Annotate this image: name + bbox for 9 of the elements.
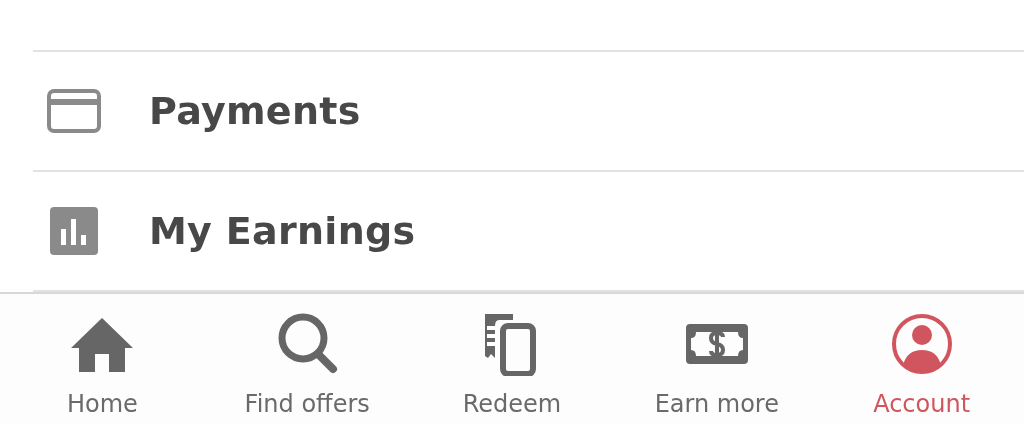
bar-chart-icon <box>50 207 98 255</box>
menu-item[interactable]: Payments <box>149 89 361 133</box>
tab-bar-item[interactable]: Earn more <box>614 294 820 424</box>
tab-bar-item[interactable]: Redeem <box>409 294 615 424</box>
tab-bar-item[interactable]: Home <box>0 294 205 424</box>
credit-card-icon <box>47 89 101 133</box>
tab-bar-item[interactable]: Find offers <box>204 294 410 424</box>
tab-bar-item[interactable]: Account <box>819 294 1024 424</box>
menu-item[interactable]: My Earnings <box>149 209 416 253</box>
